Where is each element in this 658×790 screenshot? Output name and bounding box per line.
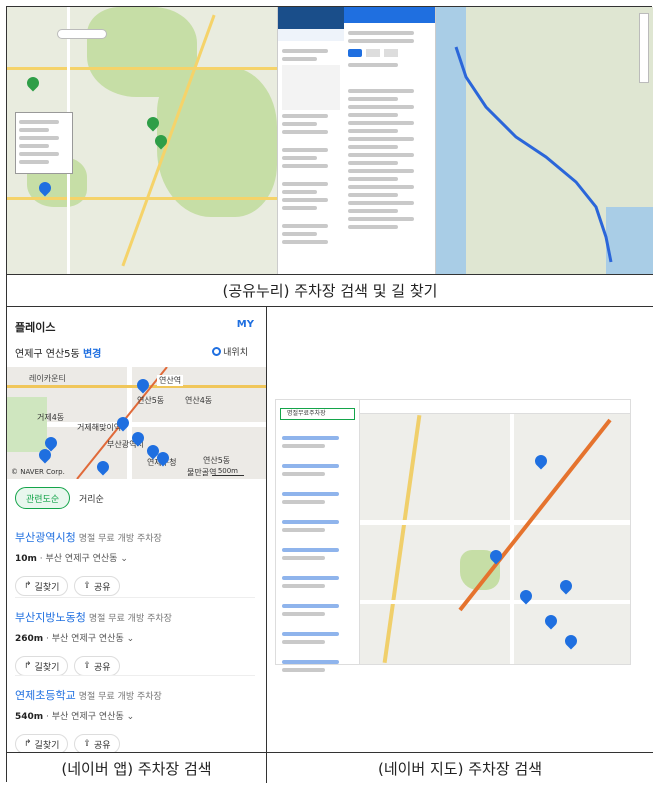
place-distance: 10m (15, 554, 37, 564)
place-distance: 540m (15, 712, 44, 722)
page-title: 플레이스 (15, 321, 56, 334)
route-button[interactable]: ↱ 길찾기 (15, 734, 69, 752)
tab-distance[interactable]: 거리순 (69, 487, 114, 509)
place-tag: 명절 무료 개방 주차장 (78, 534, 162, 544)
share-icon: ⇪ (83, 739, 91, 749)
map-label: 연산역 (157, 375, 184, 386)
map-label: 연산5동 (137, 396, 165, 405)
list-item[interactable]: 부산광역시청 명절 무료 개방 주차장 10m · 부산 연제구 연산동 ⌄ ↱ 길… (15, 529, 255, 596)
map-label: 거제해맞이역 (77, 423, 122, 432)
my-link[interactable]: MY (237, 319, 254, 330)
figure-frame: (공유누리) 주차장 검색 및 길 찾기 플레이스 MY 연제구 연산5동 변경… (6, 6, 653, 783)
tab-relevance[interactable]: 관련도순 (15, 487, 71, 509)
route-map-screenshot (344, 7, 653, 274)
naver-map-window: 명절무료주차장 (275, 399, 631, 672)
caption-top: (공유누리) 주차장 검색 및 길 찾기 (7, 274, 653, 306)
gongyu-map-screenshot (7, 7, 344, 274)
route-map[interactable] (436, 7, 653, 274)
route-icon: ↱ (24, 581, 32, 591)
map-label: 연산5동 (203, 456, 231, 465)
share-button[interactable]: ⇪ 공유 (74, 734, 120, 752)
naver-map-screenshot: 명절무료주차장 (267, 307, 653, 752)
map-scale: 500m (211, 467, 244, 476)
list-item[interactable]: 연제초등학교 명절 무료 개방 주차장 540m · 부산 연제구 연산동 ⌄ ↱… (15, 687, 255, 752)
gongyu-side-panel (277, 7, 344, 274)
change-location-link[interactable]: 변경 (83, 349, 101, 360)
share-button[interactable]: ⇪ 공유 (74, 576, 120, 596)
share-icon: ⇪ (83, 581, 91, 591)
panel-header (278, 7, 344, 29)
traffic-line (458, 418, 612, 612)
map-label: 거제4동 (37, 413, 65, 422)
route-icon: ↱ (24, 661, 32, 671)
place-name[interactable]: 연제초등학교 (15, 689, 76, 702)
route-side-panel (344, 7, 436, 274)
chevron-down-icon[interactable]: ⌄ (127, 712, 135, 722)
caption-bottom-right: (네이버 지도) 주차장 검색 (267, 752, 653, 783)
caption-bottom-left: (네이버 앱) 주차장 검색 (7, 752, 266, 783)
results-panel: 명절무료주차장 (276, 400, 360, 672)
route-button[interactable]: ↱ 길찾기 (15, 576, 69, 596)
location-text: 연제구 연산5동 (15, 349, 80, 360)
route-button[interactable]: ↱ 길찾기 (15, 656, 69, 676)
list-item[interactable]: 부산지방노동청 명절 무료 개방 주차장 260m · 부산 연제구 연산동 ⌄ … (15, 609, 255, 676)
parking-pin-icon[interactable] (24, 74, 42, 92)
place-name[interactable]: 부산지방노동청 (15, 611, 86, 624)
map-info-popup (15, 112, 73, 174)
share-icon: ⇪ (83, 661, 91, 671)
place-tag: 명절 무료 개방 주차장 (88, 614, 172, 624)
place-address: 부산 연제구 연산동 (51, 712, 124, 722)
place-address: 부산 연제구 연산동 (45, 554, 118, 564)
search-field[interactable]: 명절무료주차장 (280, 408, 355, 420)
place-distance: 260m (15, 634, 44, 644)
place-tag: 명절 무료 개방 주차장 (78, 692, 162, 702)
share-button[interactable]: ⇪ 공유 (74, 656, 120, 676)
map-copyright: © NAVER Corp. (11, 468, 65, 476)
map-search-box[interactable] (57, 29, 107, 39)
chevron-down-icon[interactable]: ⌄ (127, 634, 135, 644)
place-name[interactable]: 부산광역시청 (15, 531, 76, 544)
current-location: 연제구 연산5동 변경 (15, 345, 101, 360)
my-location-button[interactable]: 내위치 (212, 345, 248, 358)
app-map[interactable]: 레이카운티 거제해맞이역 연산역 연산5동 연산4동 거제4동 부산광역시 연제… (7, 367, 266, 479)
map-label: 레이카운티 (29, 374, 66, 383)
route-icon: ↱ (24, 739, 32, 749)
naver-web-map[interactable] (360, 400, 630, 664)
map-controls[interactable] (639, 13, 649, 83)
chevron-down-icon[interactable]: ⌄ (120, 554, 128, 564)
target-icon (212, 347, 222, 356)
map-label: 연산4동 (185, 396, 213, 405)
gongyu-map[interactable] (7, 7, 277, 274)
route-line (454, 46, 613, 263)
naver-app-screenshot: 플레이스 MY 연제구 연산5동 변경 내위치 레이카운티 거제해맞이역 연산역… (7, 307, 266, 752)
place-address: 부산 연제구 연산동 (51, 634, 124, 644)
